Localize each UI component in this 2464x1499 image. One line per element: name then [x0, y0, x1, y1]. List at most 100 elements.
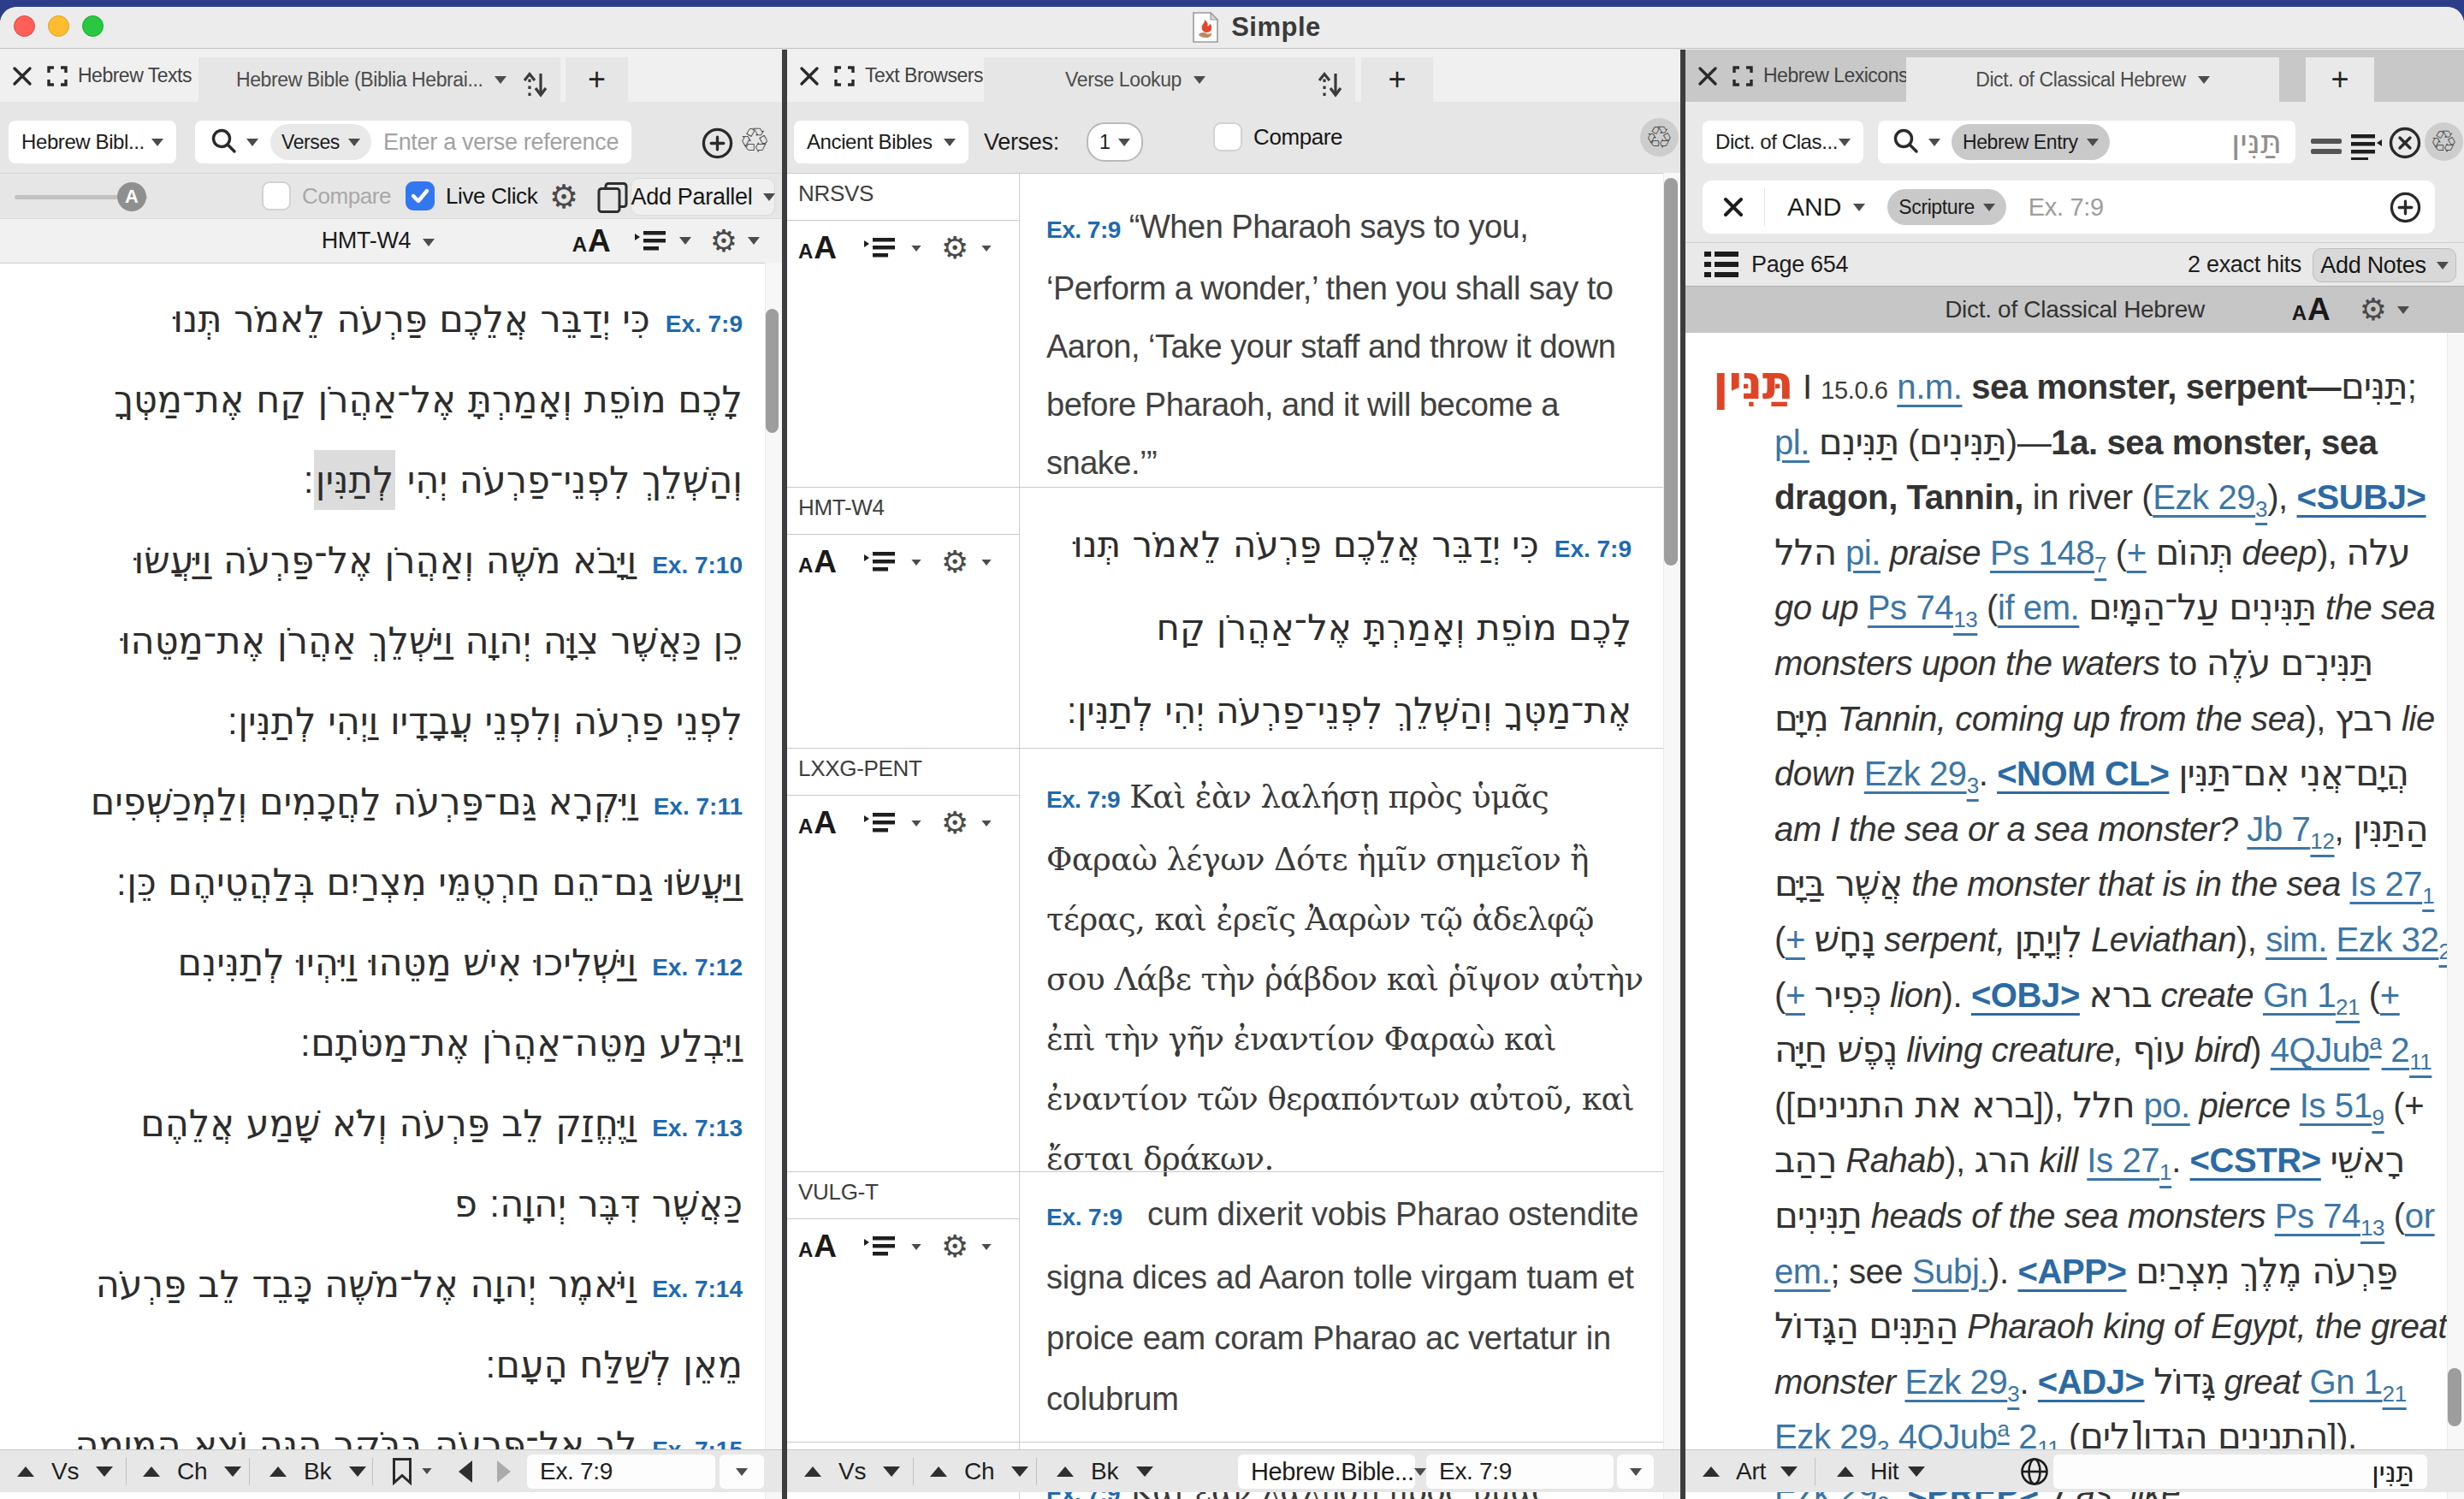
- font-size-icon[interactable]: AA: [798, 230, 837, 266]
- book-up-button[interactable]: [270, 1450, 287, 1492]
- context-icon[interactable]: [2349, 133, 2384, 160]
- article-down-button[interactable]: [1780, 1450, 1798, 1492]
- verse-text-line[interactable]: before Pharaoh, and it will become a: [1020, 376, 1662, 434]
- lexicon-entry-line[interactable]: הלל pi. praise Ps 1487 (+ תְּהוֹם deep),…: [1713, 525, 2464, 581]
- verse-reference[interactable]: Ex. 7:9: [1046, 786, 1120, 813]
- lexicon-entry-line[interactable]: em.; see Subj.). <APP> פַּרְעֹה מֶלֶךְ מ…: [1713, 1244, 2464, 1300]
- settings-caret[interactable]: [982, 559, 992, 565]
- tab-hebrew-bible[interactable]: Hebrew Bible (Biblia Hebrai...: [198, 57, 560, 102]
- hebrew-verse-line[interactable]: Ex. 7:12וַיַּשְׁלִיכוּ אִישׁ מַטֵּהוּ וַ…: [0, 922, 782, 1003]
- segment-l[interactable]: em.: [1774, 1253, 1830, 1290]
- language-globe-icon[interactable]: [2020, 1450, 2049, 1492]
- leading-icon[interactable]: [633, 228, 669, 255]
- hebrew-verse-line[interactable]: וְהַשְׁלֵךְ לִפְנֵי־פַרְעֹה יְהִי לְתַנִ…: [0, 440, 782, 520]
- leading-icon[interactable]: [862, 234, 898, 262]
- segment-l[interactable]: 2: [2382, 1031, 2410, 1069]
- left-scrollbar-track[interactable]: [765, 263, 782, 1499]
- verse-text-line[interactable]: אֶת־מַטְּךָ וְהַשְׁלֵךְ לִפְנֵי־פַרְעֹה …: [1020, 669, 1662, 752]
- segment-l[interactable]: Is 27: [2350, 865, 2423, 903]
- tab-dropdown-caret[interactable]: [495, 76, 506, 84]
- book-down-button[interactable]: [1136, 1450, 1153, 1492]
- segment-l[interactable]: +: [1786, 921, 1805, 958]
- verse-up-button[interactable]: [804, 1450, 821, 1492]
- live-click-checkbox[interactable]: [406, 181, 435, 210]
- verse-reference[interactable]: Ex. 7:9: [1046, 1204, 1122, 1230]
- font-size-icon[interactable]: AA: [798, 544, 837, 580]
- lexicon-entry-line[interactable]: נֶפֶשׁ חַיָּה living creature, עוֹף bird…: [1713, 1022, 2464, 1078]
- module-settings-gear-icon[interactable]: ⚙︎: [941, 808, 968, 838]
- history-back-button[interactable]: [459, 1450, 472, 1492]
- search-mode-caret[interactable]: [1928, 139, 1940, 146]
- segment-lsub[interactable]: 1: [2422, 883, 2434, 909]
- new-tab-button[interactable]: +: [2306, 57, 2374, 102]
- segment-l[interactable]: Ezk 29: [1864, 755, 1967, 792]
- segment-lb[interactable]: <ADJ>: [2038, 1363, 2145, 1401]
- hebrew-verse-line[interactable]: Ex. 7:10וַיָּבֹא מֹשֶׁה וְאַהֲרֹן אֶל־פַ…: [0, 520, 782, 601]
- hit-up-button[interactable]: [1837, 1450, 1854, 1492]
- scripture-range-input[interactable]: Ex. 7:9: [2029, 193, 2104, 222]
- lexicon-entry-line[interactable]: pl. תַּנִּינִם (תַּנִּינִים)—1a. sea mon…: [1713, 415, 2464, 471]
- segment-lsub[interactable]: 12: [2310, 828, 2334, 854]
- lexicon-entry-line[interactable]: הַתַּנִּים הַגָּדוֹל Pharaoh king of Egy…: [1713, 1299, 2464, 1354]
- module-name[interactable]: NRSVS: [798, 181, 874, 207]
- hebrew-verse-line[interactable]: וַיִּבְלַע מַטֵּה־אַהֲרֹן אֶת־מַטֹּתָם׃: [0, 1003, 782, 1083]
- segment-lsub[interactable]: 3: [2007, 1381, 2019, 1407]
- font-size-icon[interactable]: AA: [2292, 292, 2331, 328]
- expand-zone-icon[interactable]: [1731, 64, 1755, 88]
- leading-icon[interactable]: [862, 809, 898, 837]
- verse-reference[interactable]: Ex. 7:9: [1555, 536, 1632, 562]
- verse-text-line[interactable]: Ex. 7:9כִּי יְדַבֵּר אֲלֵכֶם פַּרְעֹה לֵ…: [1020, 503, 1662, 586]
- equals-search-icon[interactable]: [2311, 139, 2342, 154]
- hebrew-verse-line[interactable]: כַּאֲשֶׁר דִּבֶּר יְהוָה׃ פ: [0, 1164, 782, 1244]
- module-settings-gear-icon[interactable]: ⚙︎: [941, 547, 968, 578]
- module-name[interactable]: VULG-T: [798, 1179, 879, 1206]
- bookmark-caret[interactable]: [421, 1450, 433, 1492]
- table-of-contents-icon[interactable]: [1704, 251, 1738, 278]
- live-click-checkbox-row[interactable]: Live Click: [406, 181, 537, 210]
- lexicon-entry-line[interactable]: רַהַב Rahab), הרג kill Is 271. <CSTR> רָ…: [1713, 1133, 2464, 1188]
- verse-reference[interactable]: Ex. 7:12: [652, 955, 743, 981]
- lexicon-entry-line[interactable]: monster Ezk 293. <ADJ> גָּדוֹל great Gn …: [1713, 1354, 2464, 1410]
- segment-lsub[interactable]: 13: [1953, 607, 1977, 632]
- segment-l[interactable]: pi.: [1845, 534, 1881, 572]
- search-icon[interactable]: [1891, 127, 1922, 157]
- hebrew-verse-line[interactable]: לִפְנֵי פַרְעֹה וְלִפְנֵי עֲבָדָיו וַיְה…: [0, 681, 782, 761]
- module-settings-gear-icon[interactable]: ⚙︎: [941, 1231, 968, 1262]
- hebrew-verse-line[interactable]: לָכֶם מוֹפֵת וְאָמַרְתָּ אֶל־אַהֲרֹן קַח…: [0, 359, 782, 440]
- module-name[interactable]: HMT-W4: [798, 495, 885, 521]
- segment-lsup[interactable]: a: [1998, 1416, 2010, 1442]
- compare-checkbox[interactable]: [1213, 122, 1242, 151]
- reference-history-dropdown[interactable]: [720, 1455, 764, 1489]
- tab-dropdown-caret[interactable]: [1194, 76, 1205, 84]
- segment-lsub[interactable]: 9: [2372, 1105, 2384, 1130]
- leading-caret[interactable]: [679, 237, 691, 245]
- verse-text-line[interactable]: proice eam coram Pharao ac vertatur in: [1020, 1308, 1662, 1369]
- lexicon-entry-line[interactable]: ([ברא את התנינים]), חלל po. pierce Is 51…: [1713, 1078, 2464, 1134]
- font-size-icon[interactable]: AA: [572, 223, 611, 259]
- segment-l[interactable]: Ps 148: [1990, 534, 2094, 572]
- article-up-button[interactable]: [1703, 1450, 1720, 1492]
- verse-down-button[interactable]: [883, 1450, 900, 1492]
- segment-l[interactable]: +: [2380, 976, 2400, 1014]
- tab-dict-classical-hebrew[interactable]: Dict. of Classical Hebrew: [1906, 57, 2279, 102]
- right-scrollbar-track[interactable]: [2447, 333, 2464, 1499]
- segment-l[interactable]: Ezk 32: [2337, 921, 2439, 958]
- segment-lsub[interactable]: 7: [2094, 552, 2106, 578]
- clear-search-icon[interactable]: [2389, 127, 2421, 159]
- title-bar[interactable]: Simple: [0, 7, 2464, 49]
- add-notes-button[interactable]: Add Notes: [2313, 248, 2456, 282]
- close-zone-icon[interactable]: [11, 65, 33, 87]
- entry-lookup-field[interactable]: תַּנִּין: [2053, 1455, 2427, 1489]
- new-tab-button[interactable]: +: [566, 57, 628, 102]
- lexicon-entry-line[interactable]: אֲשֶׁר בַּיָּם the monster that is in th…: [1713, 856, 2464, 912]
- verse-text-line[interactable]: Ex. 7:9 Καὶ ἐὰν λαλήσῃ πρὸς ὑμᾶς: [1020, 767, 1662, 830]
- boolean-operator-select[interactable]: AND: [1787, 193, 1841, 222]
- chapter-down-button[interactable]: [1011, 1450, 1028, 1492]
- module-settings-gear-icon[interactable]: ⚙︎: [941, 233, 968, 264]
- hit-down-button[interactable]: [1908, 1450, 1925, 1492]
- expand-zone-icon[interactable]: [832, 64, 856, 88]
- add-criteria-icon[interactable]: [2390, 192, 2421, 223]
- hebrew-verse-line[interactable]: Ex. 7:9כִּי יְדַבֵּר אֲלֵכֶם פַּרְעֹה לֵ…: [0, 279, 782, 359]
- lexicon-entry-line[interactable]: מִיָּם Tannin, coming up from the sea), …: [1713, 691, 2464, 747]
- search-field-pill[interactable]: Hebrew Entry: [1952, 124, 2110, 160]
